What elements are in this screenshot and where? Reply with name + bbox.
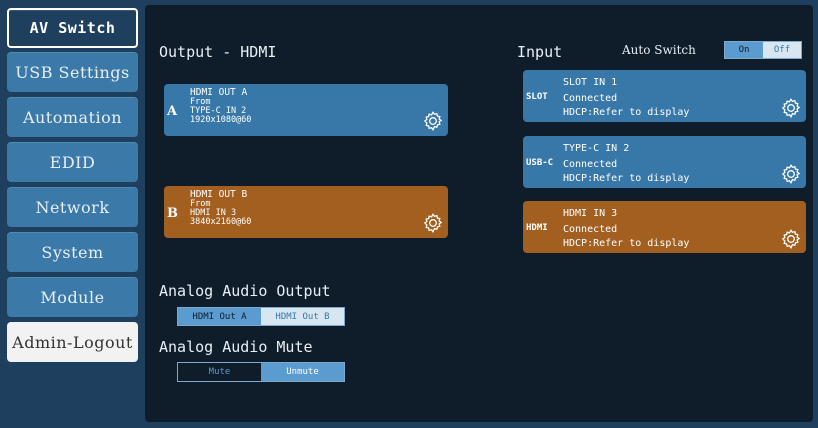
- sidebar-item-edid[interactable]: EDID: [7, 142, 138, 182]
- output-resolution: 3840x2160@60: [190, 217, 252, 227]
- output-letter: B: [167, 206, 178, 221]
- main-panel: Output - HDMI A HDMI OUT A From TYPE-C I…: [145, 5, 813, 422]
- auto-switch-label: Auto Switch: [622, 43, 696, 57]
- output-letter: A: [167, 104, 178, 119]
- analog-audio-output-title: Analog Audio Output: [159, 282, 331, 300]
- unmute-button[interactable]: Unmute: [261, 363, 344, 381]
- input-tag: HDMI: [526, 223, 548, 233]
- input-name: TYPE-C IN 2: [563, 143, 630, 154]
- input-card-hdmi[interactable]: HDMI HDMI IN 3 Connected HDCP:Refer to d…: [523, 201, 806, 253]
- output-card-b[interactable]: B HDMI OUT B From HDMI IN 3 3840x2160@60: [164, 186, 448, 238]
- bottom-bar: [0, 422, 818, 428]
- sidebar-item-module[interactable]: Module: [7, 277, 138, 317]
- sidebar-item-admin-logout[interactable]: Admin-Logout: [7, 322, 138, 362]
- input-status: Connected: [563, 159, 618, 170]
- hdmi-out-b-button[interactable]: HDMI Out B: [261, 308, 344, 325]
- gear-icon[interactable]: [780, 228, 802, 250]
- input-hdcp: HDCP:Refer to display: [563, 107, 690, 118]
- auto-switch-off-button[interactable]: Off: [763, 42, 801, 58]
- gear-icon[interactable]: [422, 110, 444, 132]
- analog-audio-mute-title: Analog Audio Mute: [159, 338, 313, 356]
- hdmi-out-a-button[interactable]: HDMI Out A: [178, 308, 261, 325]
- output-section-title: Output - HDMI: [159, 43, 277, 61]
- input-card-slot[interactable]: SLOT SLOT IN 1 Connected HDCP:Refer to d…: [523, 70, 806, 122]
- mute-button[interactable]: Mute: [178, 363, 261, 381]
- sidebar-item-av-switch[interactable]: AV Switch: [7, 8, 138, 48]
- output-card-a[interactable]: A HDMI OUT A From TYPE-C IN 2 1920x1080@…: [164, 84, 448, 136]
- input-name: SLOT IN 1: [563, 77, 618, 88]
- sidebar-item-system[interactable]: System: [7, 232, 138, 272]
- input-hdcp: HDCP:Refer to display: [563, 238, 690, 249]
- input-hdcp: HDCP:Refer to display: [563, 173, 690, 184]
- sidebar-item-usb-settings[interactable]: USB Settings: [7, 52, 138, 92]
- sidebar-item-network[interactable]: Network: [7, 187, 138, 227]
- auto-switch-toggle: On Off: [724, 41, 802, 59]
- input-status: Connected: [563, 224, 618, 235]
- input-tag: USB-C: [526, 158, 554, 168]
- analog-audio-output-selector: HDMI Out A HDMI Out B: [177, 307, 345, 326]
- sidebar: AV Switch USB Settings Automation EDID N…: [0, 0, 145, 428]
- gear-icon[interactable]: [780, 163, 802, 185]
- input-status: Connected: [563, 93, 618, 104]
- auto-switch-on-button[interactable]: On: [725, 42, 763, 58]
- input-tag: SLOT: [526, 92, 548, 102]
- gear-icon[interactable]: [780, 97, 802, 119]
- output-resolution: 1920x1080@60: [190, 115, 252, 125]
- analog-audio-mute-selector: Mute Unmute: [177, 362, 345, 382]
- input-name: HDMI IN 3: [563, 208, 618, 219]
- sidebar-item-automation[interactable]: Automation: [7, 97, 138, 137]
- input-section-title: Input: [517, 43, 563, 61]
- input-card-usbc[interactable]: USB-C TYPE-C IN 2 Connected HDCP:Refer t…: [523, 136, 806, 188]
- gear-icon[interactable]: [422, 212, 444, 234]
